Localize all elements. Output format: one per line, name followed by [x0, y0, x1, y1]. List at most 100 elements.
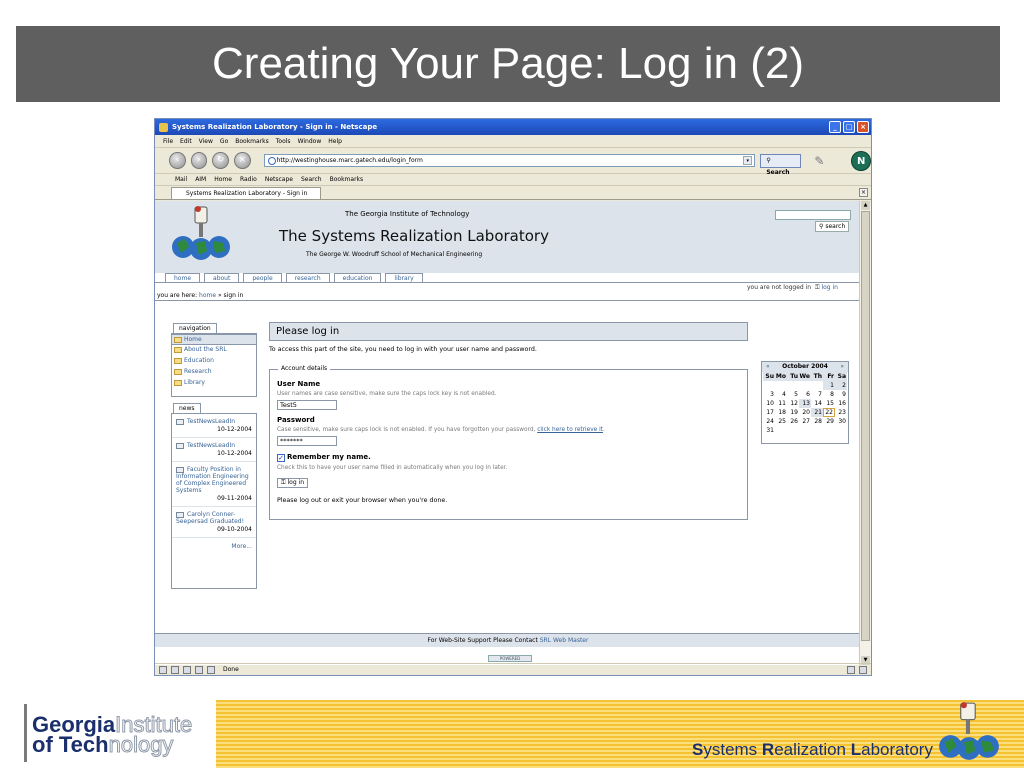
toolbar-mail[interactable]: Mail [175, 176, 187, 183]
stop-icon[interactable]: × [233, 152, 251, 169]
calendar-day[interactable]: 5 [787, 390, 799, 399]
calendar-day[interactable]: 21 [811, 408, 823, 417]
calendar-day[interactable]: 8 [823, 390, 835, 399]
scrollbar-thumb[interactable] [861, 211, 870, 641]
calendar-day[interactable]: 9 [835, 390, 847, 399]
calendar-day[interactable]: 27 [799, 417, 811, 426]
nav-item-education[interactable]: Education [172, 356, 256, 367]
menu-edit[interactable]: Edit [180, 138, 192, 145]
breadcrumb-home[interactable]: home [199, 292, 216, 299]
menu-window[interactable]: Window [298, 138, 322, 145]
forward-icon[interactable]: › [190, 152, 208, 169]
news-document-icon [176, 442, 184, 449]
calendar-day[interactable]: 24 [763, 417, 775, 426]
calendar-day[interactable]: 7 [811, 390, 823, 399]
toolbar-aim[interactable]: AIM [195, 176, 206, 183]
mail-icon[interactable] [171, 665, 179, 674]
calendar-day[interactable]: 4 [775, 390, 787, 399]
netscape-logo-icon[interactable]: N [851, 150, 871, 171]
site-search-button[interactable]: ⚲ search [815, 221, 850, 232]
powered-by-badge[interactable]: POWERED [488, 655, 532, 662]
calendar-next-button[interactable]: » [840, 362, 844, 372]
toolbar-bookmarks[interactable]: Bookmarks [330, 176, 364, 183]
calendar-day[interactable]: 3 [763, 390, 775, 399]
gt-logo-line2: of Technology [32, 732, 174, 758]
menu-file[interactable]: File [163, 138, 173, 145]
news-more-link[interactable]: More... [172, 538, 256, 555]
calendar-day[interactable]: 25 [775, 417, 787, 426]
calendar-day[interactable]: 10 [763, 399, 775, 408]
nav-item-library[interactable]: Library [172, 378, 256, 389]
fieldset-legend: Account details [278, 365, 331, 372]
toolbar-home[interactable]: Home [214, 176, 232, 183]
calendar-day[interactable]: 22 [823, 408, 835, 417]
browser-tab-active[interactable]: Systems Realization Laboratory - Sign in [171, 187, 321, 199]
news-portlet-title: news [173, 403, 201, 413]
calendar-day[interactable]: 13 [799, 399, 811, 408]
url-field[interactable]: http://westinghouse.marc.gatech.edu/logi… [263, 154, 756, 167]
remember-checkbox[interactable]: ✓ [277, 454, 285, 462]
calendar-prev-button[interactable]: « [766, 362, 770, 372]
menu-bookmarks[interactable]: Bookmarks [235, 138, 269, 145]
calendar-day[interactable]: 15 [823, 399, 835, 408]
calendar-day[interactable]: 19 [787, 408, 799, 417]
browser-status-bar: Done [155, 663, 871, 675]
login-link[interactable]: log in [821, 284, 838, 291]
login-status: you are not logged in ⚿ log in [747, 284, 838, 292]
scroll-up-icon[interactable]: ▲ [861, 201, 870, 210]
toolbar-netscape[interactable]: Netscape [265, 176, 293, 183]
calendar-day[interactable]: 11 [775, 399, 787, 408]
calendar-day[interactable]: 26 [787, 417, 799, 426]
menu-tools[interactable]: Tools [276, 138, 291, 145]
calendar-day[interactable]: 12 [787, 399, 799, 408]
aim-icon[interactable] [183, 665, 191, 674]
toolbar-radio[interactable]: Radio [240, 176, 257, 183]
netscape-app-icon [159, 122, 168, 132]
calendar-day[interactable]: 29 [823, 417, 835, 426]
site-search-input[interactable] [775, 210, 851, 220]
news-item[interactable]: Faculty Position in Information Engineer… [172, 462, 256, 507]
news-item[interactable]: TestNewsLeadIn 10-12-2004 [172, 414, 256, 438]
toolbar-search[interactable]: Search [301, 176, 322, 183]
vertical-scrollbar[interactable]: ▲ ▼ [859, 201, 871, 665]
calendar-day[interactable]: 31 [763, 426, 775, 435]
nav-item-about[interactable]: About the SRL [172, 345, 256, 356]
menu-help[interactable]: Help [328, 138, 342, 145]
reload-icon[interactable]: ↻ [212, 152, 229, 169]
calendar-day[interactable]: 20 [799, 408, 811, 417]
password-field[interactable]: ******* [277, 436, 337, 446]
calendar-day[interactable]: 6 [799, 390, 811, 399]
calendar-day[interactable]: 14 [811, 399, 823, 408]
calendar-day[interactable]: 30 [835, 417, 847, 426]
url-dropdown-icon[interactable]: ▾ [743, 156, 753, 165]
calendar-day[interactable]: 17 [763, 408, 775, 417]
nav-item-home[interactable]: Home [172, 334, 256, 345]
news-item[interactable]: TestNewsLeadIn 10-12-2004 [172, 438, 256, 462]
print-icon[interactable]: ✎ [814, 154, 824, 168]
calendar-day[interactable]: 18 [775, 408, 787, 417]
address-book-icon[interactable] [207, 665, 215, 674]
webmaster-link[interactable]: SRL Web Master [540, 637, 589, 644]
calendar-day[interactable]: 2 [835, 381, 847, 390]
navigator-icon[interactable] [159, 665, 167, 674]
calendar-day[interactable]: 23 [835, 408, 847, 417]
browser-search-button[interactable]: ⚲ Search [760, 153, 802, 176]
composer-icon[interactable] [195, 665, 203, 674]
close-icon[interactable]: × [857, 121, 869, 133]
calendar-day[interactable]: 1 [823, 381, 835, 390]
calendar-day[interactable]: 16 [835, 399, 847, 408]
slide: Creating Your Page: Log in (2) Systems R… [0, 0, 1024, 768]
tab-close-icon[interactable]: × [859, 188, 868, 197]
back-icon[interactable]: ‹ [169, 152, 186, 169]
login-button[interactable]: ⚿ log in [277, 478, 309, 488]
nav-item-research[interactable]: Research [172, 367, 256, 378]
calendar-day[interactable]: 28 [811, 417, 823, 426]
footer-text: For Web-Site Support Please Contact [427, 637, 538, 644]
minimize-icon[interactable]: _ [829, 121, 841, 133]
menu-go[interactable]: Go [220, 138, 228, 145]
username-field[interactable]: Test5 [277, 400, 337, 410]
retrieve-password-link[interactable]: click here to retrieve it [537, 427, 603, 433]
news-item[interactable]: Carolyn Conner-Seepersad Graduated! 09-1… [172, 507, 256, 538]
maximize-icon[interactable]: □ [843, 121, 855, 133]
menu-view[interactable]: View [199, 138, 213, 145]
